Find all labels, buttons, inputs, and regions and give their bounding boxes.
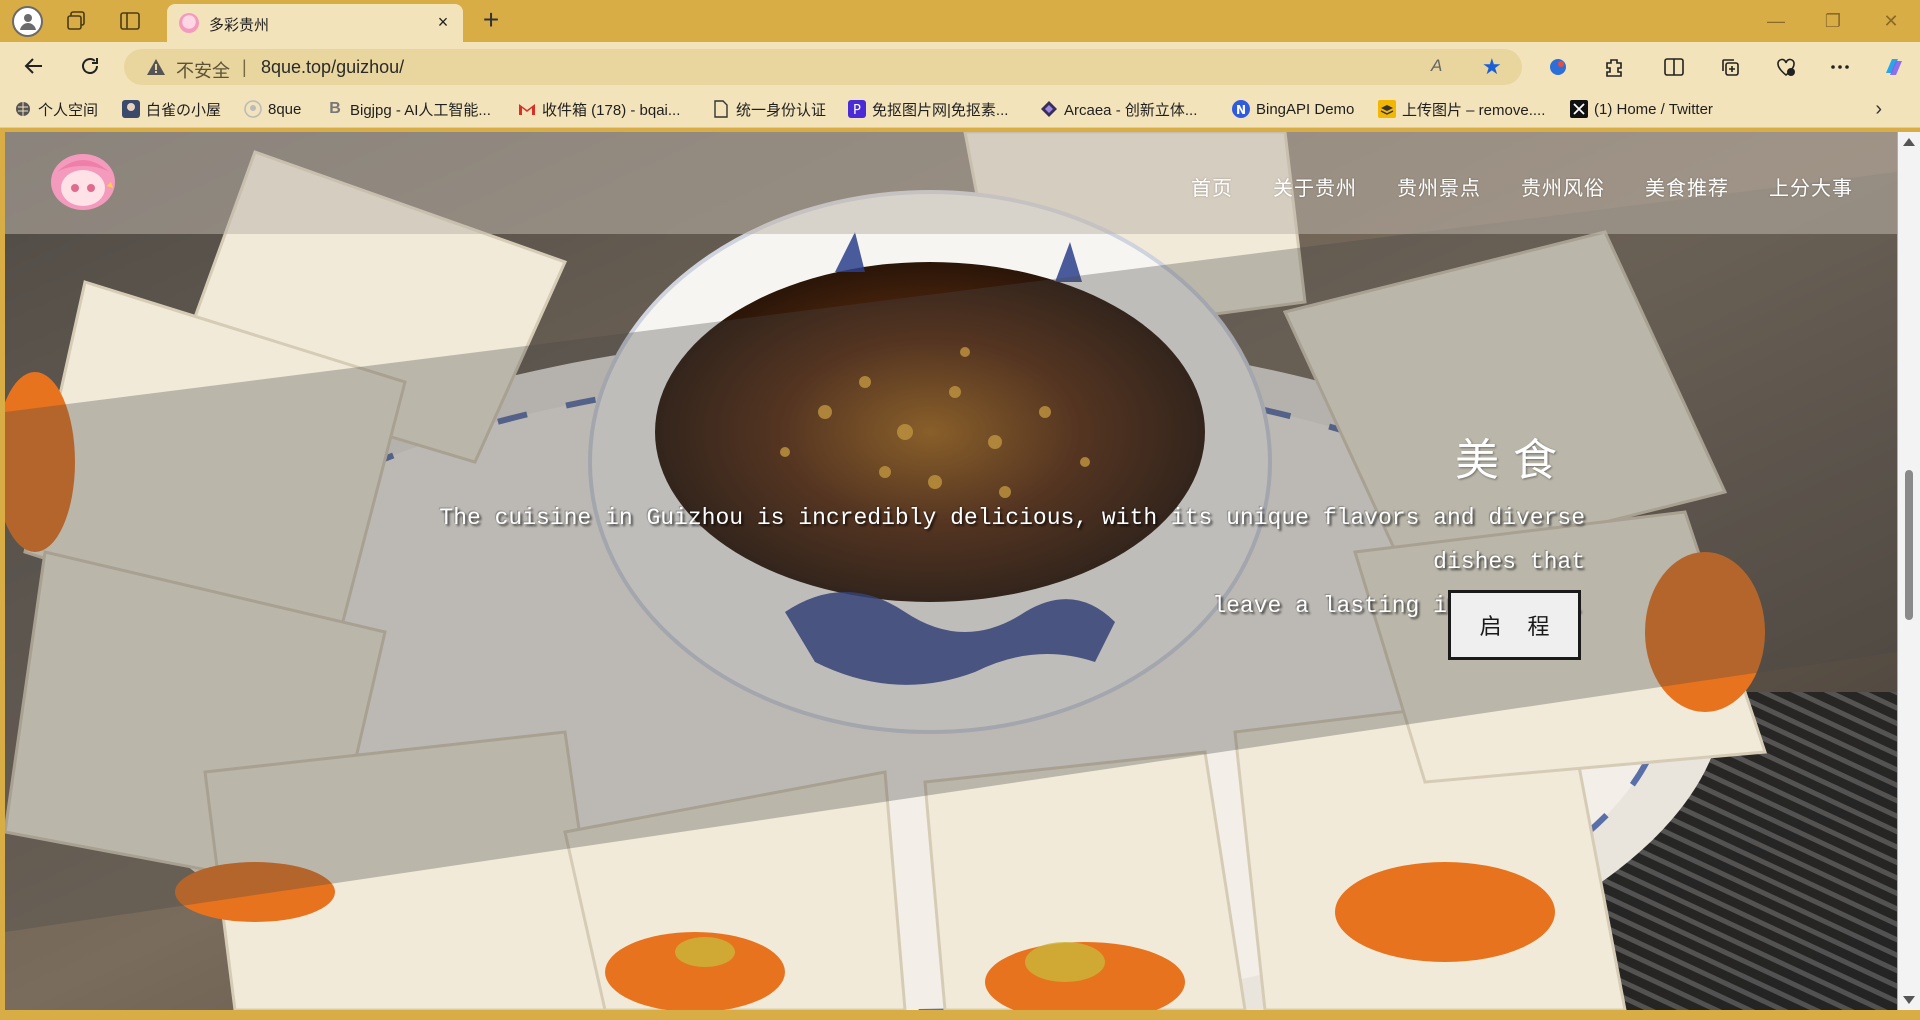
not-secure-label[interactable]: 不安全 [176,57,230,83]
refresh-icon [82,58,98,74]
bookmark-label: (1) Home / Twitter [1594,100,1713,118]
browser-titlebar: 多彩贵州 × + — ❐ ✕ [0,0,1920,42]
nav-home[interactable]: 首页 [1191,172,1233,201]
layers-icon [1378,100,1396,118]
profile-button[interactable] [12,6,43,37]
new-tab-button[interactable]: + [476,6,506,36]
nav-food[interactable]: 美食推荐 [1645,172,1729,201]
hero-title: 美食 [1455,435,1571,486]
document-icon [712,100,730,118]
bookmark-label: 统一身份认证 [736,101,827,119]
diamond-icon [1040,100,1058,118]
bookmark-item[interactable]: P 免抠图片网|免抠素... [848,98,1008,120]
nav-attractions[interactable]: 贵州景点 [1397,172,1481,201]
nav-events[interactable]: 上分大事 [1769,172,1853,201]
workspaces-icon[interactable] [64,9,88,33]
bookmark-item[interactable]: (1) Home / Twitter [1570,98,1713,120]
bookmark-label: 个人空间 [38,101,99,119]
nav-about-guizhou[interactable]: 关于贵州 [1273,172,1357,201]
scroll-down-arrow-icon[interactable] [1903,996,1915,1004]
active-tab[interactable]: 多彩贵州 × [167,4,463,42]
gmail-icon [518,100,536,118]
bookmark-item[interactable]: 收件箱 (178) - bqai... [518,98,680,120]
read-aloud-icon[interactable]: A [1431,56,1442,76]
vertical-tabs-icon[interactable] [118,9,142,33]
x-logo-icon [1570,100,1588,118]
bookmark-label: 8que [268,100,302,118]
minimize-button[interactable]: — [1765,10,1787,32]
nav-customs[interactable]: 贵州风俗 [1521,172,1605,201]
github-icon [244,100,262,118]
page-viewport: 首页 关于贵州 贵州景点 贵州风俗 美食推荐 上分大事 美食 The cuisi… [5,132,1897,1010]
scroll-up-arrow-icon[interactable] [1903,138,1915,146]
site-header: 首页 关于贵州 贵州景点 贵州风俗 美食推荐 上分大事 [5,132,1897,234]
extension-search-icon[interactable] [1546,55,1570,79]
bookmark-item[interactable]: 个人空间 [14,98,98,120]
bookmark-label: Bigjpg - AI人工智能... [350,101,491,119]
profile-icon [20,14,36,30]
split-screen-icon[interactable] [1662,55,1686,79]
bookmark-label: 免抠图片网|免抠素... [872,101,1009,119]
bookmark-item[interactable]: Arcaea - 创新立体... [1040,98,1197,120]
favorite-star-icon[interactable]: ★ [1482,56,1502,78]
warning-icon[interactable] [146,58,166,76]
bookmark-label: 上传图片 – remove.... [1402,101,1546,119]
bookmarks-more-icon[interactable]: › [1875,98,1882,121]
svg-text:P: P [853,103,861,118]
page-scrollbar[interactable] [1898,132,1920,1010]
bookmark-item[interactable]: B Bigjpg - AI人工智能... [326,98,491,120]
back-button[interactable] [20,52,48,80]
n-logo-icon: N [1232,100,1250,118]
tab-close-icon[interactable]: × [433,12,453,32]
back-arrow-icon [24,58,42,74]
b-letter-icon: B [329,100,341,117]
address-separator: | [242,57,247,77]
hero-description: The cuisine in Guizhou is incredibly del… [365,496,1585,628]
start-journey-button[interactable]: 启程 [1448,590,1581,660]
bookmarks-bar: 个人空间 白雀の小屋 8que B Bigjpg - AI人工智能... 收件箱… [0,90,1920,128]
bookmark-label: 收件箱 (178) - bqai... [542,101,681,119]
extensions-puzzle-icon[interactable] [1602,55,1626,79]
p-logo-icon: P [848,100,866,118]
restore-button[interactable]: ❐ [1822,10,1844,32]
browser-toolbar: 不安全 | 8que.top/guizhou/ A ★ [0,42,1920,90]
svg-text:N: N [1236,103,1246,117]
globe-icon [14,100,32,118]
site-logo[interactable] [47,148,119,212]
bookmark-label: Arcaea - 创新立体... [1064,101,1198,119]
copilot-icon[interactable] [1882,55,1906,79]
address-bar[interactable]: 不安全 | 8que.top/guizhou/ A ★ [124,49,1522,85]
hero-description-line: The cuisine in Guizhou is incredibly del… [439,505,1585,575]
close-window-button[interactable]: ✕ [1880,10,1902,32]
bookmark-label: 白雀の小屋 [146,101,222,119]
site-favicon-icon [179,13,199,33]
more-options-icon[interactable] [1828,55,1852,79]
bookmark-item[interactable]: 白雀の小屋 [122,98,221,120]
bookmark-label: BingAPI Demo [1256,100,1355,118]
collections-icon[interactable] [1718,55,1742,79]
bookmark-item[interactable]: 统一身份认证 [712,98,826,120]
bookmark-item[interactable]: 上传图片 – remove.... [1378,98,1545,120]
refresh-button[interactable] [76,52,104,80]
url-text[interactable]: 8que.top/guizhou/ [261,57,404,78]
hero-description-line: leave a lasting impression. [1212,593,1585,619]
tab-title: 多彩贵州 [209,17,270,34]
avatar-icon [122,100,140,118]
bookmark-item[interactable]: N BingAPI Demo [1232,98,1354,120]
bookmark-item[interactable]: 8que [244,98,301,120]
scrollbar-thumb[interactable] [1905,470,1913,620]
browser-essentials-icon[interactable] [1774,55,1798,79]
site-nav: 首页 关于贵州 贵州景点 贵州风俗 美食推荐 上分大事 [1191,172,1853,201]
